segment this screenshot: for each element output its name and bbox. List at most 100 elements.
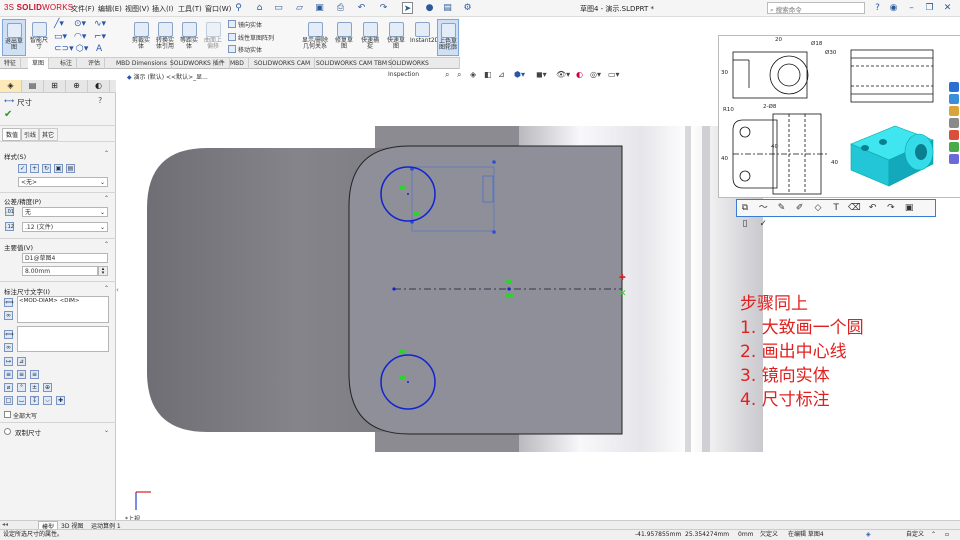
feature-tree-icon[interactable]: ◈: [0, 80, 22, 92]
pin-icon[interactable]: ⚲: [233, 2, 244, 14]
select-arrow-icon[interactable]: ➤: [402, 2, 413, 14]
menu-edit[interactable]: 编辑(E): [98, 4, 122, 14]
close-icon[interactable]: ✕: [942, 2, 953, 14]
text-tool-icon[interactable]: A: [96, 44, 102, 54]
previous-view-icon[interactable]: ◈: [470, 70, 476, 79]
view-palette-icon[interactable]: [949, 118, 959, 128]
exit-sketch-button[interactable]: 退出草图: [2, 19, 26, 56]
zoom-fit-icon[interactable]: ⌕: [445, 70, 449, 80]
tab-cam-tbm[interactable]: SOLIDWORKS CAM TBM: [312, 58, 393, 69]
save-icon[interactable]: ▣: [314, 2, 325, 14]
arc-tool-icon[interactable]: ◠▾: [74, 32, 86, 42]
square-symbol-icon[interactable]: □: [4, 396, 13, 405]
more-symbols-icon[interactable]: ✚: [56, 396, 65, 405]
collapse-icon[interactable]: ⌃: [104, 241, 109, 248]
offset-entities-button[interactable]: 等距实体: [178, 19, 200, 56]
menu-view[interactable]: 视图(V): [125, 4, 149, 14]
scene-icon[interactable]: ◎▾: [590, 70, 601, 79]
convert-entities-button[interactable]: 转换实体引用: [154, 19, 176, 56]
section-view-icon[interactable]: ◧: [484, 70, 492, 79]
appearance-tab-icon[interactable]: ◐: [88, 80, 110, 92]
resources-icon[interactable]: [949, 82, 959, 92]
tab-features[interactable]: 特征: [0, 58, 22, 69]
panel-help-icon[interactable]: ?: [98, 96, 102, 105]
spline-tool-icon[interactable]: ∿▾: [94, 19, 106, 29]
fill-icon[interactable]: ◇: [810, 200, 826, 216]
all-caps-checkbox[interactable]: [4, 411, 11, 418]
instant2d-button[interactable]: Instant2D: [410, 19, 439, 56]
symbol-diameter[interactable]: ⌀: [4, 383, 13, 392]
collapse-icon[interactable]: ⌃: [104, 195, 109, 202]
file-explorer-icon[interactable]: [949, 106, 959, 116]
fillet-tool-icon[interactable]: ⌐▾: [94, 32, 106, 42]
eraser-icon[interactable]: ⌫: [846, 200, 862, 216]
menu-file[interactable]: 文件(F): [71, 4, 95, 14]
dimension-name-field[interactable]: D1@草图4: [22, 253, 108, 263]
rebuild-status-icon[interactable]: ◈: [866, 530, 871, 540]
save-annotation-icon[interactable]: ▣: [901, 200, 917, 216]
design-library-icon[interactable]: [949, 94, 959, 104]
screenshot-icon[interactable]: ⧉: [737, 200, 753, 216]
text-icon[interactable]: T: [828, 200, 844, 216]
solidworks-forum-icon[interactable]: [949, 154, 959, 164]
menu-tools[interactable]: 工具(T): [178, 4, 202, 14]
style-update-icon[interactable]: ↻: [42, 164, 51, 173]
subtab-value[interactable]: 数值: [2, 128, 23, 141]
polygon-tool-icon[interactable]: ⬡▾: [76, 44, 88, 54]
menu-insert[interactable]: 插入(I): [152, 4, 174, 14]
tab-cam[interactable]: SOLIDWORKS CAM: [250, 58, 316, 69]
style-add-icon[interactable]: +: [30, 164, 39, 173]
smart-dimension-button[interactable]: 智能尺寸: [28, 19, 50, 56]
tab-markup[interactable]: 标注: [56, 58, 78, 69]
print-icon[interactable]: ⎙: [335, 2, 346, 14]
collapse-icon[interactable]: ⌃: [104, 150, 109, 157]
configuration-icon[interactable]: ⊞: [44, 80, 66, 92]
units-chevron-icon[interactable]: ⌃: [931, 530, 936, 540]
open-file-icon[interactable]: ▱: [294, 2, 305, 14]
offset-on-surface-button[interactable]: 曲面上偏移: [202, 19, 224, 56]
scroll-left-icon[interactable]: ◂◂: [2, 521, 8, 528]
subtab-other[interactable]: 其它: [38, 128, 59, 141]
expand-icon[interactable]: ⌄: [104, 427, 109, 434]
rebuild-icon[interactable]: ●: [424, 2, 435, 14]
dynamic-annotation-icon[interactable]: ⊿: [498, 70, 505, 79]
undo-icon[interactable]: ↶: [356, 2, 367, 14]
slot-tool-icon[interactable]: ⊂⊃▾: [54, 44, 74, 54]
copy-annotation-icon[interactable]: ▯: [737, 216, 753, 232]
solidworks-logo[interactable]: 3S SOLIDWORKS: [4, 3, 73, 12]
tab-mbd[interactable]: MBD: [226, 58, 249, 69]
tab-addins[interactable]: SOLIDWORKS 插件: [166, 58, 230, 69]
zoom-area-icon[interactable]: ⌕: [457, 70, 461, 80]
feature-breadcrumb[interactable]: ◆ 演示 (默认) <<默认>_显...: [127, 72, 208, 81]
menu-window[interactable]: 窗口(W): [205, 4, 231, 14]
user-icon[interactable]: ◉: [888, 2, 899, 14]
marker-icon[interactable]: ✐: [792, 200, 808, 216]
trim-entities-button[interactable]: 剪裁实体: [130, 19, 152, 56]
minimize-icon[interactable]: –: [906, 2, 917, 14]
text-position-icon-2[interactable]: ⟺: [4, 330, 14, 339]
redo-icon[interactable]: ↷: [378, 2, 389, 14]
precision-select[interactable]: .12 (文件) ⌄: [22, 222, 108, 232]
appearance-icon[interactable]: ◐: [576, 70, 583, 79]
ok-checkmark-icon[interactable]: ✔: [4, 109, 12, 120]
undo-annotation-icon[interactable]: ↶: [865, 200, 881, 216]
home-icon[interactable]: ⌂: [254, 2, 265, 14]
rectangle-tool-icon[interactable]: ▭▾: [54, 32, 67, 42]
line-tool-icon[interactable]: ╱▾: [54, 19, 64, 29]
redo-annotation-icon[interactable]: ↷: [883, 200, 899, 216]
symbol-degree[interactable]: °: [17, 383, 26, 392]
file-properties-icon[interactable]: ▤: [442, 2, 453, 14]
unit-system[interactable]: 自定义: [906, 530, 924, 540]
pen-icon[interactable]: ✎: [773, 200, 789, 216]
align-center-icon[interactable]: ≡: [17, 370, 26, 379]
property-manager-icon[interactable]: ▤: [22, 80, 44, 92]
display-relations-button[interactable]: 显示/删除几何关系: [300, 19, 330, 56]
dimxpert-icon[interactable]: ⊕: [66, 80, 88, 92]
symbol-position[interactable]: ⊕: [43, 383, 52, 392]
rapid-sketch-button[interactable]: 快速草图: [385, 19, 407, 56]
text-justify-icon-2[interactable]: ∞: [4, 343, 13, 352]
style-save-icon[interactable]: ▣: [54, 164, 63, 173]
dimension-text-below-field[interactable]: [17, 326, 109, 352]
new-file-icon[interactable]: ▭: [273, 2, 284, 14]
hide-show-icon[interactable]: 👁▾: [556, 70, 570, 79]
